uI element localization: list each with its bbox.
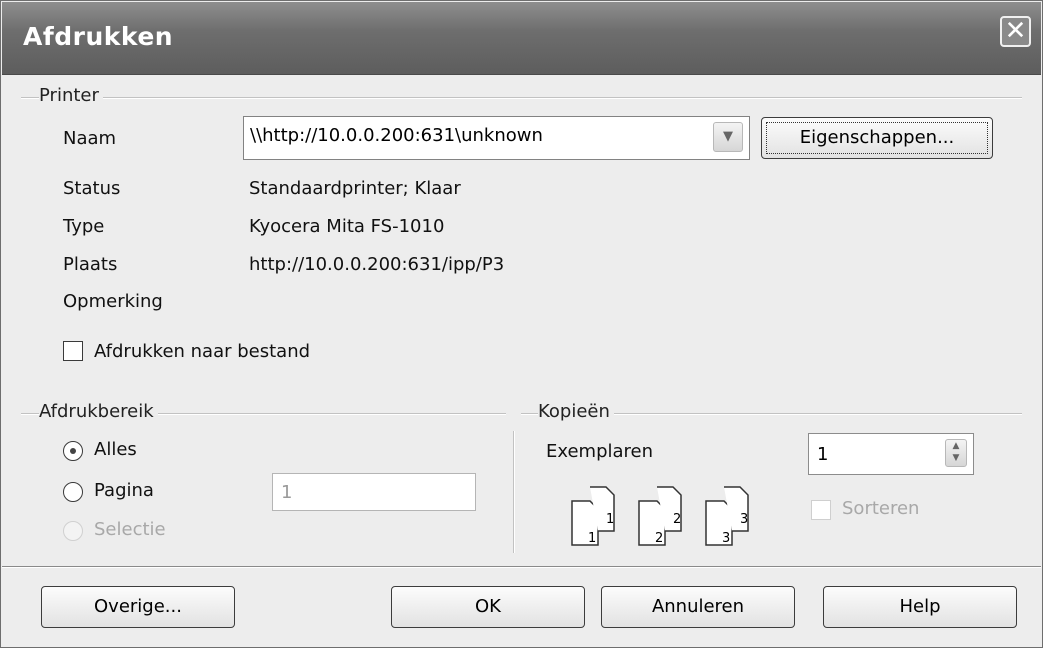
location-label: Plaats — [63, 254, 118, 275]
copies-count-spinbox[interactable]: 1 ▲ ▼ — [808, 433, 974, 475]
selection-label: Selectie — [94, 519, 166, 540]
status-value: Standaardprinter; Klaar — [249, 178, 461, 199]
copies-group-title: Kopieën — [538, 401, 614, 422]
printer-group-title: Printer — [39, 85, 103, 106]
pages-label[interactable]: Pagina — [94, 480, 154, 501]
radio-selected-dot — [70, 448, 76, 454]
print-to-file-checkbox[interactable] — [63, 341, 83, 361]
pages-radio[interactable] — [63, 482, 83, 502]
button-row-separator — [2, 566, 1041, 568]
ok-button-label: OK — [475, 596, 501, 617]
properties-button[interactable]: Eigenschappen... — [761, 117, 993, 159]
copies-count-label: Exemplaren — [546, 441, 654, 462]
print-range-group-title: Afdrukbereik — [39, 401, 158, 422]
type-label: Type — [63, 216, 105, 237]
location-value: http://10.0.0.200:631/ipp/P3 — [249, 254, 505, 275]
page-1-back-number: 1 — [606, 512, 614, 527]
title-bar[interactable]: Afdrukken ✕ — [2, 2, 1041, 75]
comment-label: Opmerking — [63, 291, 163, 312]
help-button[interactable]: Help — [823, 586, 1017, 628]
collate-pages-icon: 1 1 2 2 3 3 — [571, 486, 749, 546]
copies-divider — [513, 431, 515, 553]
collate-checkbox — [811, 500, 831, 520]
printer-group-line — [21, 97, 1022, 99]
printer-name-combobox[interactable]: \\http://10.0.0.200:631\unknown ▼ — [243, 116, 750, 160]
page-3-front-number: 3 — [722, 531, 730, 546]
cancel-button-label: Annuleren — [651, 596, 745, 617]
spin-arrows-icon[interactable]: ▲ ▼ — [945, 439, 967, 467]
copies-count-value: 1 — [817, 444, 829, 465]
page-3-back-number: 3 — [740, 512, 748, 527]
page-1-front-number: 1 — [588, 531, 596, 546]
printer-name-value: \\http://10.0.0.200:631\unknown — [250, 125, 543, 146]
chevron-down-icon[interactable]: ▼ — [713, 122, 743, 152]
selection-radio — [63, 521, 83, 541]
more-button[interactable]: Overige... — [41, 586, 235, 628]
dialog-title: Afdrukken — [23, 22, 174, 51]
all-radio[interactable] — [63, 441, 83, 461]
properties-button-label: Eigenschappen... — [799, 127, 955, 148]
page-2-back-number: 2 — [673, 512, 681, 527]
print-dialog: Afdrukken ✕ Printer Naam \\http://10.0.0… — [0, 0, 1043, 648]
cancel-button[interactable]: Annuleren — [601, 586, 795, 628]
collate-label: Sorteren — [842, 498, 920, 519]
status-label: Status — [63, 178, 121, 199]
help-button-label: Help — [899, 596, 941, 617]
type-value: Kyocera Mita FS-1010 — [249, 216, 445, 237]
name-label: Naam — [63, 128, 117, 149]
close-button[interactable]: ✕ — [1000, 16, 1031, 47]
pages-input[interactable]: 1 — [272, 473, 476, 511]
more-button-label: Overige... — [94, 596, 182, 617]
all-label[interactable]: Alles — [94, 439, 137, 460]
page-2-front-number: 2 — [655, 531, 663, 546]
print-to-file-label[interactable]: Afdrukken naar bestand — [94, 341, 310, 362]
ok-button[interactable]: OK — [391, 586, 585, 628]
